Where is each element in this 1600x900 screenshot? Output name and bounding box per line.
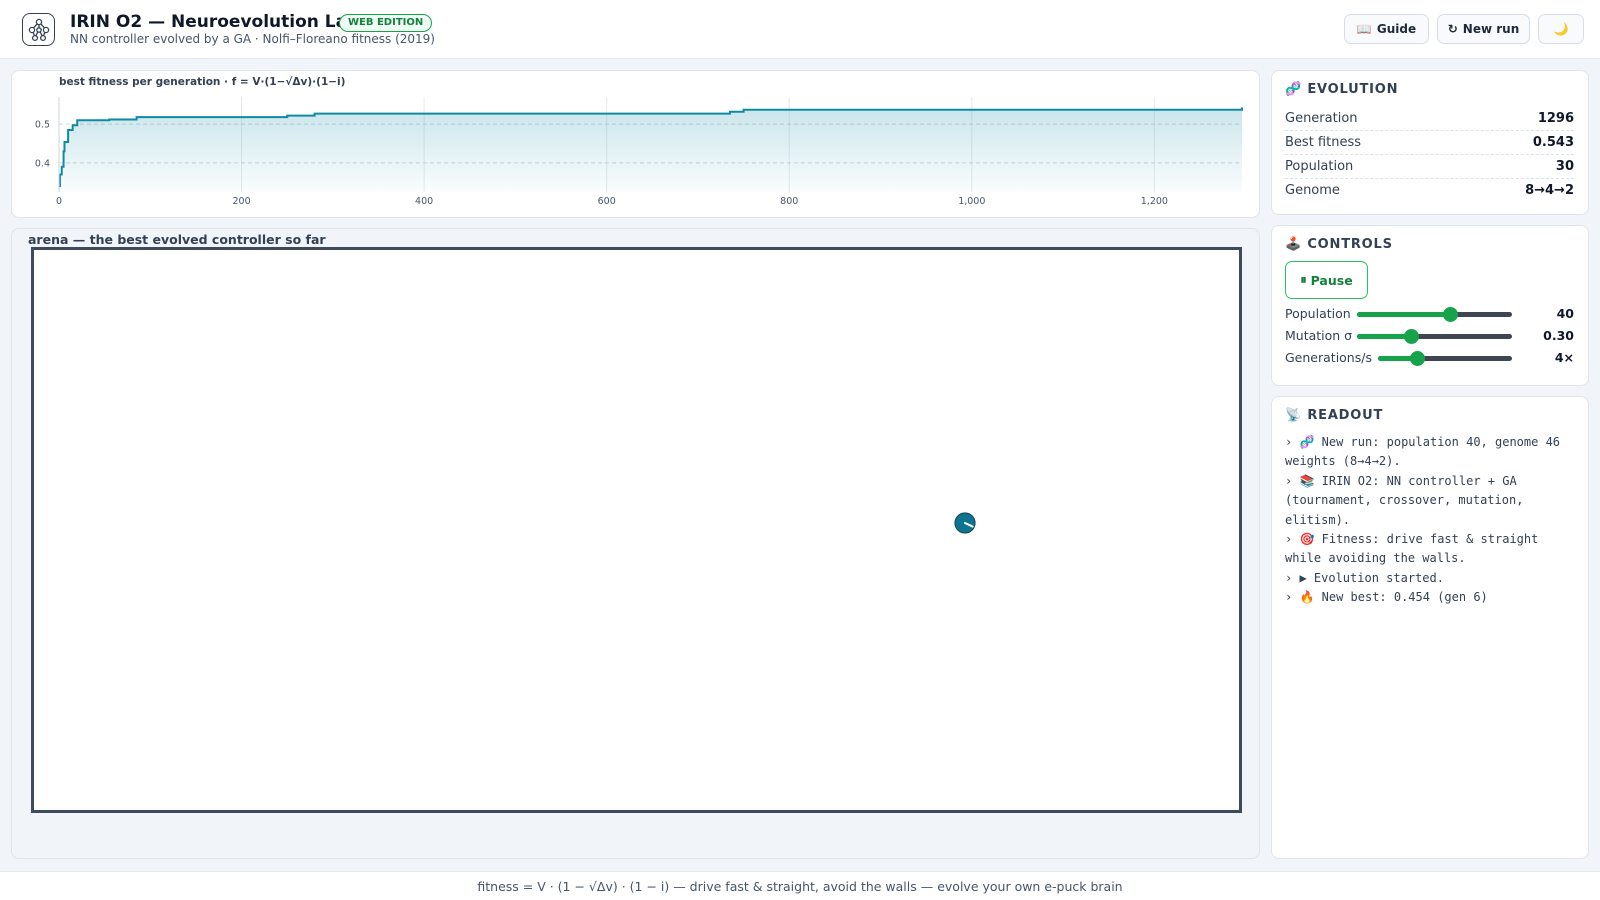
slider-thumb[interactable] [1409, 351, 1425, 366]
x-tick-label: 0 [56, 196, 62, 207]
guide-button-label: Guide [1376, 22, 1417, 36]
log-line: › 🎯 Fitness: drive fast & straight while… [1285, 532, 1546, 566]
e-puck-robot [954, 512, 976, 534]
readout-log: › 🧬 New run: population 40, genome 46 we… [1285, 433, 1577, 608]
web-edition-badge: WEB EDITION [339, 14, 433, 32]
stat-label: Population [1285, 159, 1354, 174]
theme-toggle-button[interactable]: 🌙 [1538, 14, 1584, 44]
stat-genome: Genome 8→4→2 [1285, 179, 1574, 203]
population-control: Population 40 [1285, 304, 1574, 324]
y-tick-label: 0.5 [35, 120, 50, 131]
log-line: › 🔥 New best: 0.454 (gen 6) [1285, 590, 1488, 605]
mutation-control: Mutation σ 0.30 [1285, 326, 1574, 346]
readout-panel: 📡 READOUT › 🧬 New run: population 40, ge… [1271, 396, 1589, 859]
mutation-slider[interactable] [1357, 329, 1512, 344]
book-icon: 📖 [1356, 22, 1372, 36]
pause-icon: ⏸ [1300, 272, 1307, 287]
mutation-slider-value: 0.30 [1543, 328, 1574, 343]
app-title: IRIN O2 — Neuroevolution Lab [70, 12, 360, 32]
x-tick-label: 400 [415, 196, 433, 207]
satellite-antenna-icon: 📡 [1285, 408, 1302, 423]
y-tick-label: 0.4 [35, 158, 50, 169]
guide-button[interactable]: 📖 Guide [1344, 14, 1429, 44]
generations-per-second-slider[interactable] [1378, 351, 1512, 366]
x-tick-label: 200 [232, 196, 250, 207]
new-run-button-label: New run [1462, 22, 1520, 36]
slider-thumb[interactable] [1404, 329, 1420, 344]
evolution-heading: 🧬 EVOLUTION [1285, 82, 1398, 97]
new-run-button[interactable]: ↻ New run [1437, 14, 1530, 44]
arena-canvas[interactable] [31, 247, 1242, 813]
speed-slider-label: Generations/s [1285, 350, 1372, 365]
stat-best-fitness: Best fitness 0.543 [1285, 131, 1574, 155]
pause-button[interactable]: ⏸ Pause [1285, 261, 1368, 299]
stat-value: 1296 [1537, 111, 1574, 126]
stat-label: Generation [1285, 111, 1358, 126]
arena-panel: arena — the best evolved controller so f… [11, 228, 1260, 859]
neural-network-icon [22, 13, 55, 46]
stat-generation: Generation 1296 [1285, 107, 1574, 131]
joystick-icon: 🕹️ [1285, 237, 1302, 252]
speed-control: Generations/s 4× [1285, 348, 1574, 368]
moon-icon: 🌙 [1553, 22, 1569, 36]
stat-value: 8→4→2 [1525, 183, 1574, 198]
pause-button-label: Pause [1310, 272, 1353, 288]
dna-icon: 🧬 [1285, 82, 1302, 97]
population-slider-value: 40 [1556, 306, 1574, 321]
log-line: › 🧬 New run: population 40, genome 46 we… [1285, 435, 1568, 469]
stat-population: Population 30 [1285, 155, 1574, 179]
stat-label: Genome [1285, 183, 1340, 198]
fitness-chart: 0 200 400 600 800 1,000 1,200 0.4 0.5 [35, 97, 1243, 207]
log-line: › ▶ Evolution started. [1285, 570, 1444, 585]
arena-label: arena — the best evolved controller so f… [28, 232, 326, 247]
stat-label: Best fitness [1285, 135, 1361, 150]
evolution-heading-label: EVOLUTION [1307, 82, 1399, 97]
controls-panel: 🕹️ CONTROLS ⏸ Pause Population 40 Mutati… [1271, 225, 1589, 386]
controls-heading-label: CONTROLS [1307, 237, 1393, 252]
app-subtitle: NN controller evolved by a GA · Nolfi–Fl… [70, 32, 435, 46]
readout-heading: 📡 READOUT [1285, 408, 1383, 423]
population-slider-label: Population [1285, 306, 1351, 321]
fitness-area [59, 107, 1242, 192]
log-line: › 📚 IRIN O2: NN controller + GA (tournam… [1285, 473, 1531, 527]
app-header: IRIN O2 — Neuroevolution Lab WEB EDITION… [0, 0, 1600, 59]
x-tick-label: 1,000 [958, 196, 985, 207]
mutation-slider-label: Mutation σ [1285, 328, 1353, 343]
chart-title: best fitness per generation · f = V·(1−√… [59, 76, 346, 88]
stat-value: 30 [1555, 159, 1574, 174]
stat-value: 0.543 [1532, 135, 1574, 150]
evolution-panel: 🧬 EVOLUTION Generation 1296 Best fitness… [1271, 70, 1589, 215]
x-tick-label: 800 [780, 196, 798, 207]
readout-heading-label: READOUT [1307, 408, 1384, 423]
refresh-icon: ↻ [1447, 22, 1458, 36]
footer-formula: fitness = V · (1 − √Δv) · (1 − i) — driv… [477, 879, 1123, 894]
x-tick-label: 600 [598, 196, 616, 207]
footer: fitness = V · (1 − √Δv) · (1 − i) — driv… [0, 871, 1600, 900]
population-slider[interactable] [1357, 307, 1512, 322]
fitness-chart-panel: 0 200 400 600 800 1,000 1,200 0.4 0.5 best fitne… [11, 70, 1260, 218]
speed-slider-value: 4× [1554, 350, 1574, 365]
slider-thumb[interactable] [1443, 307, 1458, 322]
controls-heading: 🕹️ CONTROLS [1285, 237, 1393, 252]
x-tick-label: 1,200 [1141, 196, 1168, 207]
